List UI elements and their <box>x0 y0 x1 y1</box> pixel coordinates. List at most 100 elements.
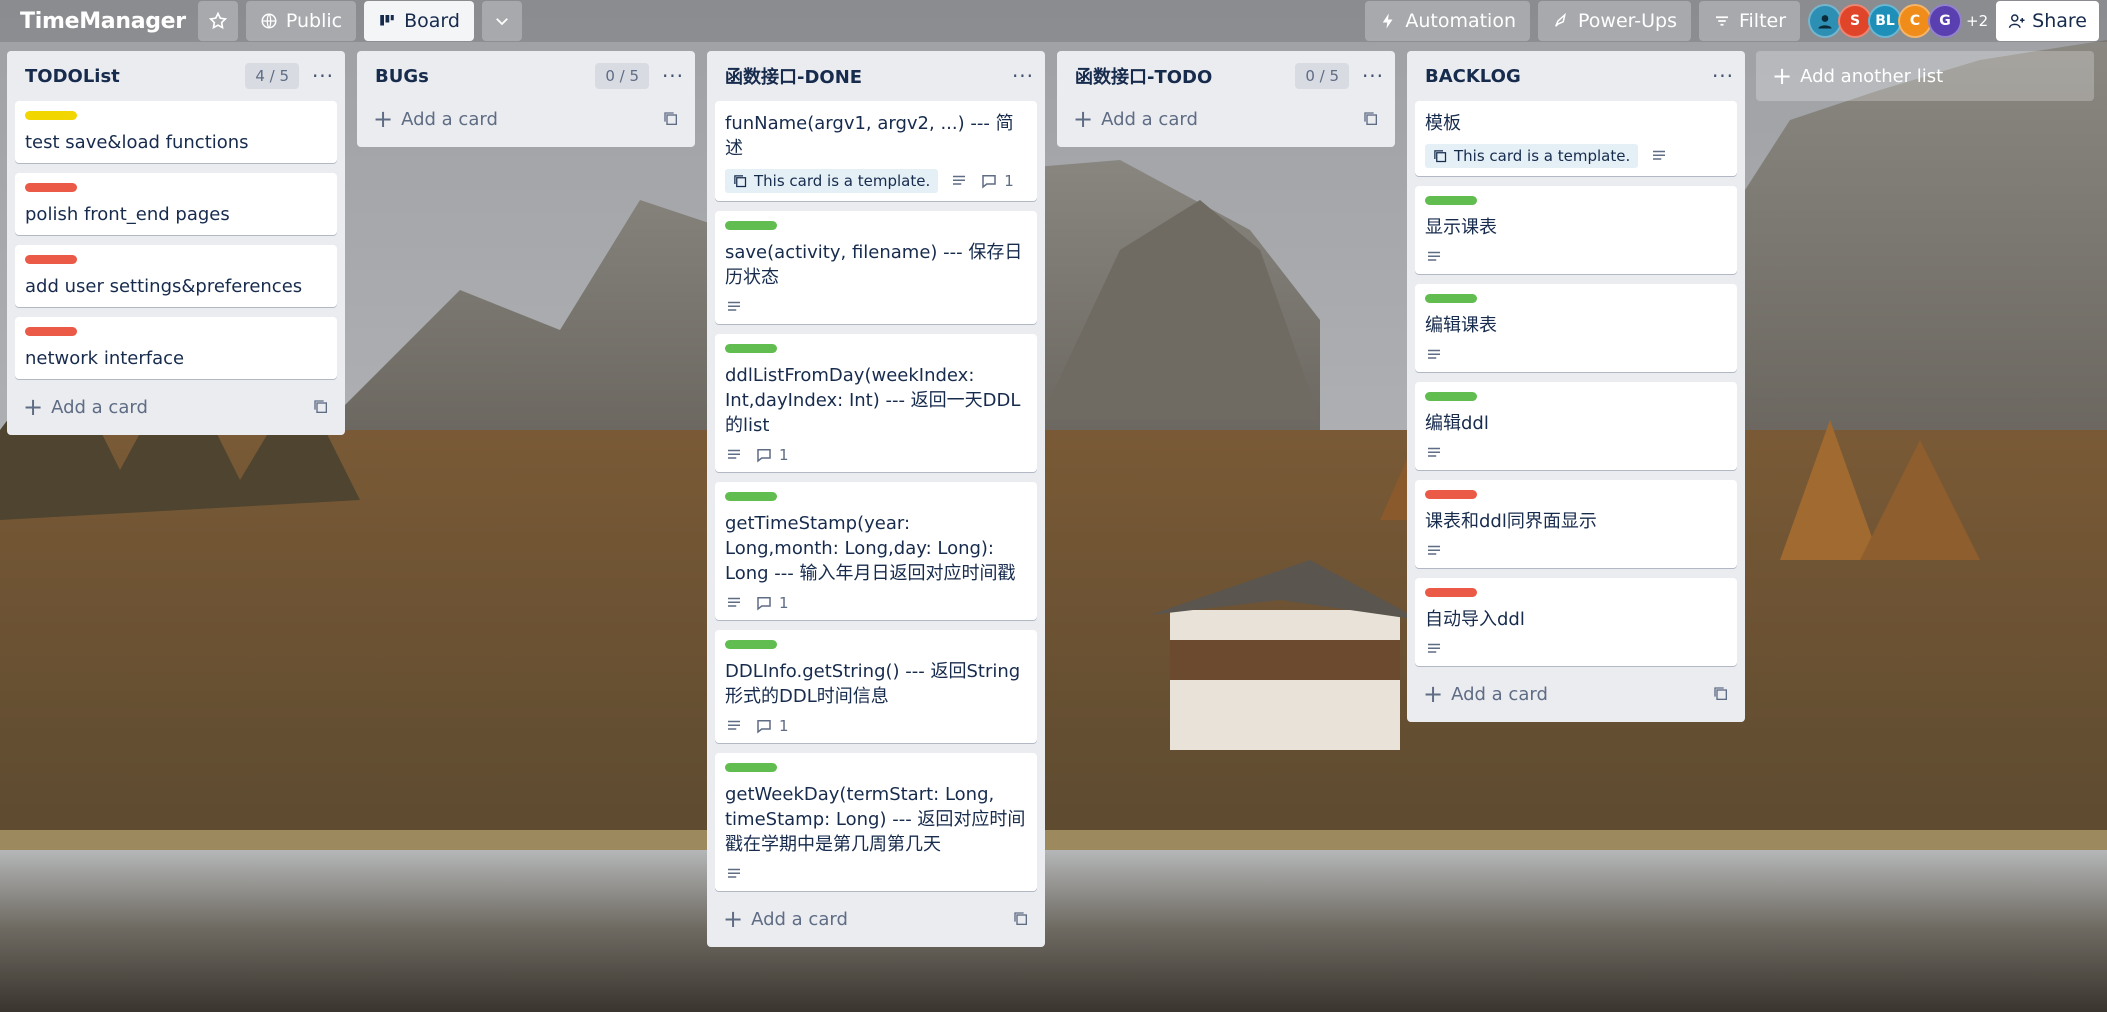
avatar[interactable]: BL <box>1868 4 1903 38</box>
label-green[interactable] <box>1425 196 1477 205</box>
share-label: Share <box>2032 10 2087 32</box>
list-title[interactable]: 函数接口-DONE <box>725 63 1009 89</box>
add-card-button[interactable]: Add a card <box>1451 684 1713 705</box>
template-icon[interactable] <box>1013 911 1029 927</box>
card-badges <box>1425 444 1727 462</box>
label-red[interactable] <box>1425 588 1477 597</box>
list-menu-icon[interactable]: ··· <box>1359 64 1387 88</box>
card[interactable]: ddlListFromDay(weekIndex: Int,dayIndex: … <box>715 334 1037 472</box>
description-icon <box>1428 545 1440 555</box>
label-yellow[interactable] <box>25 111 77 120</box>
template-icon[interactable] <box>1363 111 1379 127</box>
filter-button[interactable]: Filter <box>1698 1 1801 41</box>
comment-count: 1 <box>980 172 1014 190</box>
card[interactable]: getTimeStamp(year: Long,month: Long,day:… <box>715 482 1037 620</box>
list-todolist: TODOList 4 / 5 ··· test save&load functi… <box>7 51 345 435</box>
card[interactable]: 自动导入ddl <box>1415 578 1737 666</box>
card[interactable]: DDLInfo.getString() --- 返回String形式的DDL时间… <box>715 630 1037 743</box>
visibility-button[interactable]: Public <box>245 1 357 41</box>
add-list-button[interactable]: + Add another list <box>1756 51 2094 101</box>
list-menu-icon[interactable]: ··· <box>1009 64 1037 88</box>
template-icon[interactable] <box>313 399 329 415</box>
description-icon <box>953 175 966 185</box>
board-icon <box>380 15 394 26</box>
add-card-button[interactable]: Add a card <box>751 909 1013 930</box>
view-switcher-button[interactable] <box>481 1 522 41</box>
template-badge-text: This card is a template. <box>1454 147 1631 165</box>
card-badges <box>1425 346 1727 364</box>
list-title[interactable]: 函数接口-TODO <box>1075 63 1295 89</box>
avatar[interactable] <box>1808 4 1843 38</box>
powerups-button[interactable]: Power-Ups <box>1538 1 1691 41</box>
card[interactable]: 模板 This card is a template. <box>1415 101 1737 176</box>
list-menu-icon[interactable]: ··· <box>1709 64 1737 88</box>
label-green[interactable] <box>725 763 777 772</box>
list-menu-icon[interactable]: ··· <box>659 64 687 88</box>
avatar[interactable]: G <box>1928 4 1963 38</box>
globe-icon <box>261 13 277 29</box>
more-members-count[interactable]: +2 <box>1966 12 1988 30</box>
add-card-button[interactable]: Add a card <box>1101 109 1363 130</box>
list-header: 函数接口-DONE ··· <box>715 51 1037 101</box>
board-header: TimeManager Public Board Automation Powe… <box>0 0 2107 42</box>
card[interactable]: 显示课表 <box>1415 186 1737 274</box>
comment-icon <box>757 720 771 734</box>
description-icon <box>1428 349 1440 359</box>
automation-button[interactable]: Automation <box>1365 1 1531 41</box>
card[interactable]: getWeekDay(termStart: Long, timeStamp: L… <box>715 753 1037 891</box>
card-badges <box>1425 640 1727 658</box>
card[interactable]: funName(argv1, argv2, ...) --- 简述 This c… <box>715 101 1037 201</box>
comment-count: 1 <box>755 446 789 464</box>
add-list-label: Add another list <box>1800 65 1944 87</box>
card[interactable]: 编辑ddl <box>1415 382 1737 470</box>
chevron-down-icon <box>496 18 508 26</box>
plus-icon: + <box>723 905 744 933</box>
list-title[interactable]: TODOList <box>25 66 245 87</box>
comment-icon <box>982 175 996 189</box>
card[interactable]: polish front_end pages <box>15 173 337 235</box>
description-icon <box>1653 150 1666 160</box>
share-button[interactable]: Share <box>1996 1 2099 41</box>
list-menu-icon[interactable]: ··· <box>309 64 337 88</box>
add-card-button[interactable]: Add a card <box>51 397 313 418</box>
label-green[interactable] <box>725 640 777 649</box>
add-card-button[interactable]: Add a card <box>401 109 663 130</box>
avatar[interactable]: S <box>1838 4 1873 38</box>
card[interactable]: network interface <box>15 317 337 379</box>
list-functions-done: 函数接口-DONE ··· funName(argv1, argv2, ...)… <box>707 51 1045 947</box>
plus-icon: + <box>1772 62 1793 90</box>
avatar[interactable]: C <box>1898 4 1933 38</box>
add-card-row: + Add a card <box>715 901 1037 937</box>
board-title[interactable]: TimeManager <box>8 9 198 34</box>
label-red[interactable] <box>25 327 77 336</box>
card[interactable]: test save&load functions <box>15 101 337 163</box>
label-green[interactable] <box>1425 392 1477 401</box>
template-icon[interactable] <box>663 111 679 127</box>
template-badge: This card is a template. <box>1425 144 1639 168</box>
card[interactable]: save(activity, filename) --- 保存日历状态 <box>715 211 1037 324</box>
label-green[interactable] <box>725 221 777 230</box>
card-title: DDLInfo.getString() --- 返回String形式的DDL时间… <box>725 661 1021 707</box>
label-green[interactable] <box>1425 294 1477 303</box>
card-limit-badge: 4 / 5 <box>245 63 299 89</box>
card-title: network interface <box>25 348 185 369</box>
board-view-button[interactable]: Board <box>364 1 474 41</box>
card[interactable]: 课表和ddl同界面显示 <box>1415 480 1737 568</box>
template-icon[interactable] <box>1713 686 1729 702</box>
description-icon <box>1428 447 1440 457</box>
label-green[interactable] <box>725 492 777 501</box>
card[interactable]: 编辑课表 <box>1415 284 1737 372</box>
star-button[interactable] <box>197 1 238 41</box>
list-title[interactable]: BACKLOG <box>1425 66 1709 87</box>
card-badges <box>725 865 1027 883</box>
add-card-row: + Add a card <box>365 101 687 137</box>
label-green[interactable] <box>725 344 777 353</box>
label-red[interactable] <box>25 183 77 192</box>
card[interactable]: add user settings&preferences <box>15 245 337 307</box>
visibility-label: Public <box>285 10 343 32</box>
list-title[interactable]: BUGs <box>375 66 595 87</box>
description-icon <box>728 720 740 730</box>
list-header: BACKLOG ··· <box>1415 51 1737 101</box>
label-red[interactable] <box>25 255 77 264</box>
label-red[interactable] <box>1425 490 1477 499</box>
